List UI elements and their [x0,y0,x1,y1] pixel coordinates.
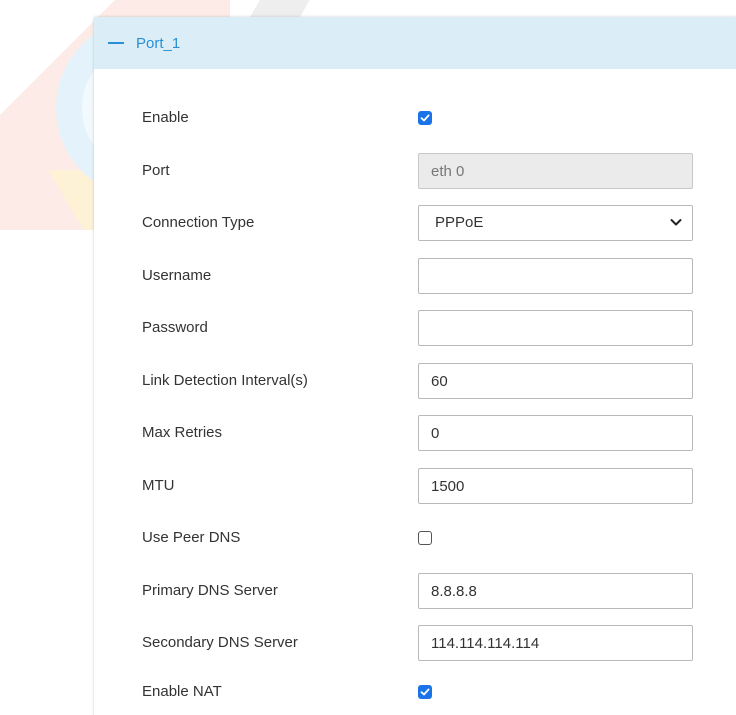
connection-type-value: PPPoE [435,214,484,231]
secondary-dns-field[interactable] [418,625,693,661]
enable-checkbox[interactable] [418,111,432,125]
primary-dns-label: Primary DNS Server [142,582,278,599]
link-detection-interval-field[interactable] [418,363,693,399]
mtu-label: MTU [142,477,175,494]
port-label: Port [142,162,170,179]
use-peer-dns-checkbox[interactable] [418,531,432,545]
connection-type-label: Connection Type [142,214,255,231]
form-row-link-detection-interval: Link Detection Interval(s) [94,363,736,399]
secondary-dns-label: Secondary DNS Server [142,634,298,651]
username-field[interactable] [418,258,693,294]
form-row-password: Password [94,310,736,346]
form-row-max-retries: Max Retries [94,415,736,451]
password-field[interactable] [418,310,693,346]
use-peer-dns-label: Use Peer DNS [142,529,241,546]
enable-nat-label: Enable NAT [142,683,222,700]
form-row-primary-dns: Primary DNS Server [94,573,736,609]
mtu-field[interactable] [418,468,693,504]
form-row-username: Username [94,258,736,294]
username-label: Username [142,267,212,284]
form-row-port: Port [94,153,736,189]
connection-type-select[interactable]: PPPoE [418,205,693,241]
max-retries-label: Max Retries [142,424,223,441]
form-row-connection-type: Connection Type PPPoE [94,205,736,241]
max-retries-field[interactable] [418,415,693,451]
form-row-enable-nat: Enable NAT [94,674,736,710]
enable-nat-checkbox[interactable] [418,685,432,699]
panel-header[interactable]: Port_1 [94,17,736,69]
minus-icon[interactable] [108,42,124,44]
form-row-use-peer-dns: Use Peer DNS [94,520,736,556]
form-row-mtu: MTU [94,468,736,504]
primary-dns-field[interactable] [418,573,693,609]
link-detection-interval-label: Link Detection Interval(s) [142,372,308,389]
panel-title: Port_1 [136,34,181,52]
chevron-down-icon [670,219,682,226]
password-label: Password [142,319,208,336]
port-settings-panel: Port_1 Enable Port Connection Type PPPoE [94,17,736,715]
form-row-enable: Enable [94,100,736,136]
check-icon [420,114,430,122]
port-field [418,153,693,189]
form-row-secondary-dns: Secondary DNS Server [94,625,736,661]
check-icon [420,688,430,696]
screen: Port_1 Enable Port Connection Type PPPoE [0,0,736,715]
enable-label: Enable [142,109,189,126]
